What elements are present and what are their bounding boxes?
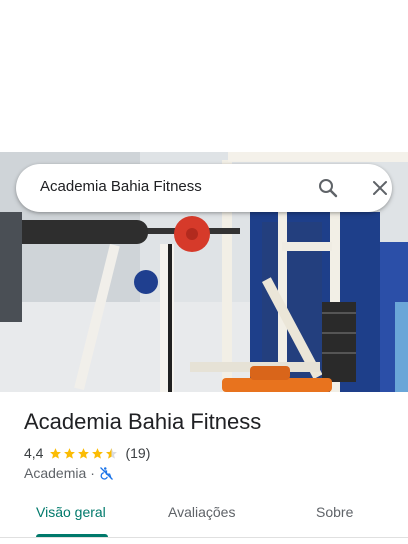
search-icon[interactable] — [316, 176, 340, 200]
search-bar[interactable]: Academia Bahia Fitness — [16, 164, 392, 212]
star-icon — [92, 447, 104, 459]
active-tab-indicator — [36, 534, 108, 537]
place-category: Academia — [24, 465, 87, 481]
place-tabs: Visão geral Avaliações Sobre — [0, 494, 408, 538]
review-count[interactable]: (19) — [125, 445, 150, 461]
rating-value: 4,4 — [24, 445, 44, 461]
tab-reviews[interactable]: Avaliações — [168, 504, 235, 520]
half-star-icon — [106, 447, 118, 459]
star-icon — [64, 447, 76, 459]
category-row: Academia · — [24, 464, 114, 482]
wheelchair-not-accessible-icon — [99, 466, 114, 481]
search-input[interactable]: Academia Bahia Fitness — [40, 178, 202, 195]
separator-dot: · — [90, 465, 95, 481]
map-blank-area — [0, 0, 408, 152]
close-icon[interactable] — [368, 176, 392, 200]
tab-overview[interactable]: Visão geral — [36, 504, 106, 520]
star-icon — [50, 447, 62, 459]
rating-row[interactable]: 4,4 (19) — [24, 443, 150, 463]
place-title: Academia Bahia Fitness — [24, 409, 262, 434]
tab-about[interactable]: Sobre — [316, 504, 353, 520]
star-icon — [78, 447, 90, 459]
rating-stars — [49, 447, 119, 460]
